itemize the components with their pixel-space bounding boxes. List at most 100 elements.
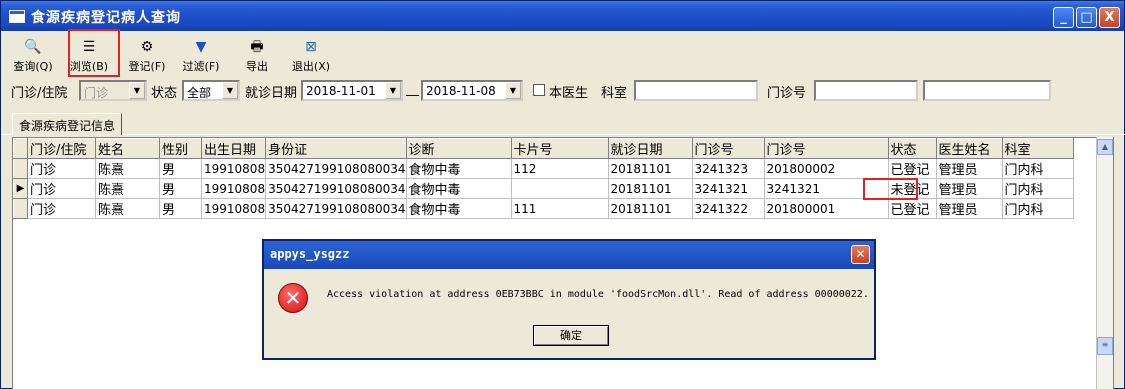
chevron-down-icon[interactable]: ▼ [505,82,521,99]
table-row[interactable]: 门诊 陈熹 男 19910808 350427199108080034 食物中毒… [13,198,1074,219]
table-cell[interactable]: 已登记 [887,158,937,179]
column-header[interactable]: 卡片号 [510,138,609,159]
status-select[interactable]: 全部 ▼ [182,80,240,101]
table-cell[interactable]: 管理员 [935,198,1003,219]
error-icon: ✕ [278,283,308,313]
tab-food-disease-info[interactable]: 食源疾病登记信息 [12,113,123,135]
funnel-icon: ▼ [195,39,207,55]
minimize-button[interactable]: _ [1053,7,1074,28]
chevron-down-icon[interactable]: ▼ [222,82,238,99]
table-cell[interactable]: 201800002 [763,158,889,179]
status-select-value: 全部 [187,86,212,100]
date-to-value: 2018-11-08 [426,84,496,98]
column-header[interactable]: 门诊/住院 [27,138,96,159]
table-cell[interactable]: 陈熹 [95,178,160,199]
filter-button[interactable]: ▼ 过滤(F) [177,35,225,75]
extra-input[interactable] [923,80,1051,101]
dialog-title-bar[interactable]: appys_ysgzz ✕ [264,241,874,269]
table-row[interactable]: 门诊 陈熹 男 19910808 350427199108080034 食物中毒… [13,158,1074,179]
date-to-picker[interactable]: 2018-11-08 ▼ [421,80,523,101]
vertical-scrollbar[interactable]: ▲ ≡ [1096,137,1113,389]
table-cell[interactable]: 门内科 [1001,178,1074,199]
column-header[interactable]: 门诊号 [763,138,889,159]
table-cell[interactable]: 20181101 [607,178,693,199]
table-cell[interactable]: 男 [159,178,202,199]
table-cell[interactable]: 门内科 [1001,158,1074,179]
table-cell[interactable]: 350427199108080034 [265,198,407,219]
row-indicator[interactable] [13,158,28,179]
table-cell[interactable]: 3241322 [691,198,765,219]
table-cell[interactable]: 20181101 [607,198,693,219]
table-cell[interactable]: 门诊 [27,198,96,219]
dialog-title: appys_ysgzz [270,247,350,261]
exit-button[interactable]: ⊠ 退出(X) [287,35,335,75]
table-cell[interactable]: 食物中毒 [405,178,512,199]
table-cell[interactable]: 19910808 [200,178,267,199]
table-cell[interactable]: 已登记 [887,198,937,219]
tab-strip: 食源疾病登记信息 [1,111,1125,135]
table-cell[interactable]: 食物中毒 [405,198,512,219]
column-header[interactable]: 出生日期 [200,138,267,159]
exit-icon: ⊠ [305,39,317,55]
table-cell[interactable]: 3241321 [691,178,765,199]
column-header[interactable]: 科室 [1001,138,1074,159]
filter-bar: 门诊/住院 门诊 ▼ 状态 全部 ▼ 就诊日期 2018-11-01 ▼ __ … [1,78,1125,104]
chevron-down-icon[interactable]: ▼ [129,82,145,99]
row-indicator[interactable] [13,198,28,219]
status-label: 状态 [151,86,178,101]
column-header[interactable]: 性别 [159,138,202,159]
register-button-label: 登记(F) [128,60,166,73]
column-header[interactable]: 状态 [887,138,937,159]
table-cell[interactable]: 19910808 [200,198,267,219]
table-cell[interactable]: 陈熹 [95,158,160,179]
chevron-down-icon[interactable]: ▼ [385,82,401,99]
table-cell[interactable]: 管理员 [935,158,1003,179]
filter-button-label: 过滤(F) [182,60,220,73]
main-window: 食源疾病登记病人查询 _ □ X 🔍 查询(Q) ☰ 浏览(B) ⚙ 登记(F)… [0,0,1125,389]
close-button[interactable]: X [1099,7,1120,28]
table-cell[interactable]: 食物中毒 [405,158,512,179]
table-cell[interactable] [510,178,609,199]
dialog-close-icon[interactable]: ✕ [851,245,870,264]
table-cell[interactable]: 111 [510,198,609,219]
column-header[interactable]: 姓名 [95,138,160,159]
maximize-button[interactable]: □ [1076,7,1097,28]
dialog-message: Access violation at address 0EB73BBC in … [327,289,869,300]
type-label: 门诊/住院 [11,86,68,101]
table-cell[interactable]: 112 [510,158,609,179]
column-header[interactable]: 诊断 [405,138,512,159]
type-select[interactable]: 门诊 ▼ [79,80,147,101]
exit-button-label: 退出(X) [291,60,331,73]
ok-button[interactable]: 确定 [533,325,609,346]
table-cell[interactable]: 门诊 [27,158,96,179]
table-cell[interactable]: 门诊 [27,178,96,199]
scroll-thumb[interactable]: ≡ [1097,337,1113,355]
title-bar[interactable]: 食源疾病登记病人查询 _ □ X [1,1,1124,31]
column-header[interactable]: 医生姓名 [935,138,1003,159]
date-from-picker[interactable]: 2018-11-01 ▼ [301,80,403,101]
table-cell[interactable]: 350427199108080034 [265,158,407,179]
query-button[interactable]: 🔍 查询(Q) [9,35,57,75]
scroll-up-icon[interactable]: ▲ [1097,139,1113,155]
table-cell[interactable]: 350427199108080034 [265,178,407,199]
table-cell[interactable]: 19910808 [200,158,267,179]
column-header[interactable]: 就诊日期 [607,138,693,159]
column-header[interactable]: 门诊号 [691,138,765,159]
table-cell[interactable]: 3241323 [691,158,765,179]
column-header[interactable]: 身份证 [265,138,407,159]
table-cell[interactable]: 201800001 [763,198,889,219]
table-cell[interactable]: 陈熹 [95,198,160,219]
current-row-arrow-icon[interactable]: ▶ [13,178,28,199]
export-button[interactable]: 🖶 导出 [233,35,281,75]
dept-input[interactable] [634,80,758,101]
my-doctor-checkbox[interactable] [533,84,545,96]
table-cell[interactable]: 20181101 [607,158,693,179]
register-button[interactable]: ⚙ 登记(F) [123,35,171,75]
table-cell[interactable]: 门内科 [1001,198,1074,219]
table-cell[interactable]: 管理员 [935,178,1003,199]
error-dialog: appys_ysgzz ✕ ✕ Access violation at addr… [262,239,876,360]
clinic-no-input[interactable] [814,80,918,101]
date-separator: __ [406,82,419,97]
table-cell[interactable]: 男 [159,158,202,179]
table-cell[interactable]: 男 [159,198,202,219]
